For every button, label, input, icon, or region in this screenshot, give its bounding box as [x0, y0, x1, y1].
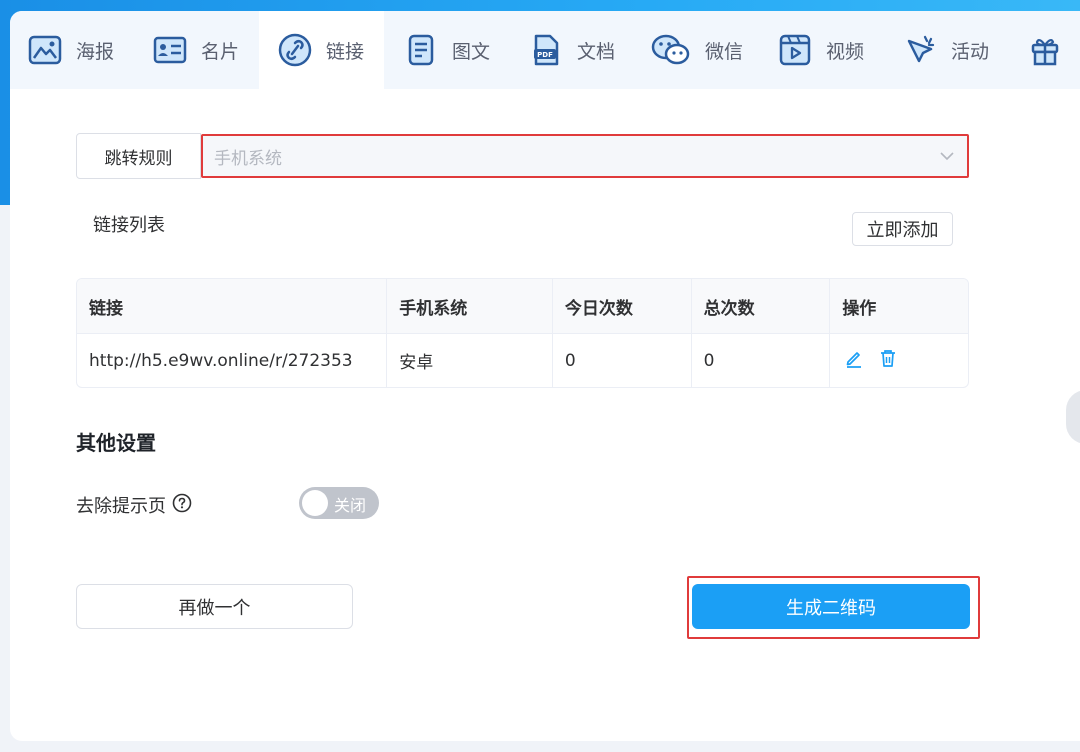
business-card-icon: [153, 33, 187, 67]
tab-link[interactable]: 链接: [259, 11, 384, 89]
tab-label: 名片: [201, 40, 240, 63]
remove-tip-option: 去除提示页: [76, 492, 192, 518]
make-another-button[interactable]: 再做一个: [76, 584, 353, 629]
tab-label: 海报: [76, 40, 115, 63]
cell-total-count: 0: [692, 334, 831, 387]
column-header-total: 总次数: [692, 279, 831, 333]
jump-rule-select-value: 手机系统: [214, 148, 282, 169]
tab-gift[interactable]: [1028, 11, 1080, 89]
jump-rule-row: 跳转规则 手机系统: [76, 133, 969, 179]
delete-icon[interactable]: [878, 348, 898, 373]
toggle-text: 关闭: [334, 496, 367, 515]
tab-label: 图文: [452, 40, 491, 63]
cell-today-count: 0: [553, 334, 692, 387]
remove-tip-label: 去除提示页: [76, 496, 166, 517]
remove-tip-toggle[interactable]: 关闭: [299, 487, 379, 519]
table-header-row: 链接 手机系统 今日次数 总次数 操作: [77, 279, 968, 333]
column-header-system: 手机系统: [387, 279, 553, 333]
tab-label: 链接: [326, 40, 365, 63]
tab-activity[interactable]: 活动: [903, 11, 1013, 89]
gift-icon: [1028, 33, 1062, 67]
column-header-today: 今日次数: [553, 279, 692, 333]
other-settings-title: 其他设置: [76, 431, 156, 455]
activity-icon: [903, 33, 937, 67]
wechat-icon: [651, 33, 691, 67]
pdf-document-icon: PDF: [529, 33, 563, 67]
column-header-actions: 操作: [842, 298, 877, 319]
tab-label: 文档: [577, 40, 616, 63]
jump-rule-select[interactable]: 手机系统: [201, 134, 969, 178]
toggle-knob: [302, 490, 328, 516]
svg-text:PDF: PDF: [537, 51, 553, 59]
link-list-title: 链接列表: [93, 215, 165, 236]
tab-business-card[interactable]: 名片: [153, 11, 263, 89]
cell-link: http://h5.e9wv.online/r/272353: [77, 334, 388, 387]
cell-system: 安卓: [387, 334, 553, 387]
tab-wechat[interactable]: 微信: [651, 11, 761, 89]
chevron-down-icon: [937, 146, 957, 171]
main-card: 海报 名片 链接 图文 PDF 文档 微信 视频 活动 跳转规则 手机系统 链接…: [10, 11, 1080, 741]
tab-bar: 海报 名片 链接 图文 PDF 文档 微信 视频 活动: [10, 11, 1080, 89]
generate-qrcode-button[interactable]: 生成二维码: [692, 584, 970, 629]
add-now-button[interactable]: 立即添加: [852, 212, 953, 246]
poster-icon: [28, 33, 62, 67]
cell-actions: [830, 334, 968, 387]
tab-label: 微信: [705, 40, 744, 63]
tab-document[interactable]: PDF 文档: [529, 11, 639, 89]
link-table: 链接 手机系统 今日次数 总次数 操作 http://h5.e9wv.onlin…: [76, 278, 969, 388]
article-icon: [404, 33, 438, 67]
help-circle-icon[interactable]: [172, 493, 192, 518]
column-header-link: 链接: [77, 279, 388, 333]
tab-video[interactable]: 视频: [778, 11, 888, 89]
tab-label: 视频: [826, 40, 865, 63]
tab-article[interactable]: 图文: [404, 11, 514, 89]
tab-label: 活动: [951, 40, 990, 63]
table-row: http://h5.e9wv.online/r/272353 安卓 0 0: [77, 333, 968, 387]
edit-icon[interactable]: [844, 348, 864, 373]
tab-poster[interactable]: 海报: [28, 11, 138, 89]
jump-rule-label: 跳转规则: [76, 133, 201, 179]
video-icon: [778, 33, 812, 67]
link-icon: [278, 33, 312, 67]
